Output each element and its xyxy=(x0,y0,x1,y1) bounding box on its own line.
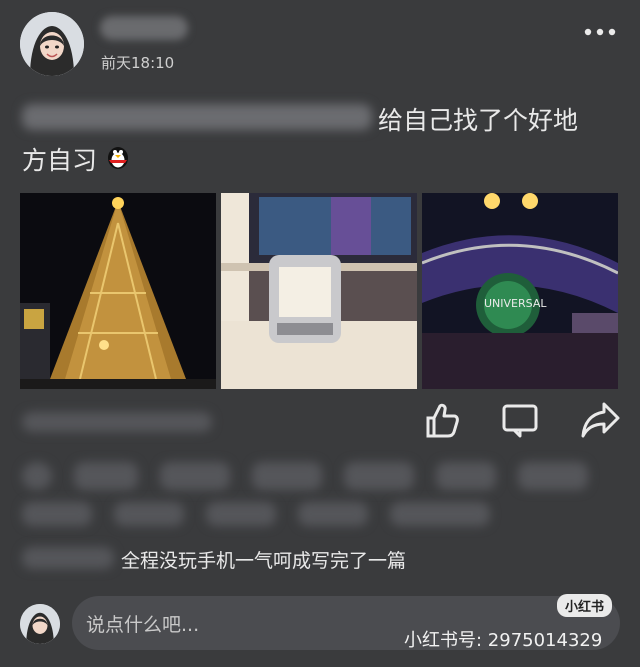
comment-icon xyxy=(502,404,538,438)
share-button[interactable] xyxy=(578,398,622,442)
comment-input-placeholder: 说点什么吧... xyxy=(86,614,200,636)
thumbs-up-icon xyxy=(426,403,459,438)
watermark-badge: 小红书 xyxy=(557,594,613,617)
watermark-id: 小红书号: 2975014329 xyxy=(404,630,603,651)
author-avatar[interactable] xyxy=(20,12,84,76)
commenter-name-blurred[interactable] xyxy=(22,547,114,569)
comment-caption: 全程没玩手机一气呵成写完了一篇 xyxy=(121,550,407,572)
blurred-tags-row-2 xyxy=(22,502,542,526)
post-time: 前天18:10 xyxy=(101,54,175,72)
comment-button[interactable] xyxy=(498,398,542,442)
svg-text:UNIVERSAL: UNIVERSAL xyxy=(484,297,547,310)
blurred-tags-row-1 xyxy=(22,462,618,490)
post-text-line2-text: 方自习 xyxy=(22,146,98,175)
post-text-line1: 给自己找了个好地 xyxy=(378,106,579,135)
more-dots-icon xyxy=(584,28,616,36)
post-text-blurred xyxy=(22,104,372,130)
photo-jukebox-table[interactable] xyxy=(221,193,417,389)
like-button[interactable] xyxy=(420,398,464,442)
more-options-button[interactable] xyxy=(578,22,622,42)
penguin-emoji-icon xyxy=(103,141,133,177)
share-icon xyxy=(581,402,620,438)
photo-christmas-tree[interactable] xyxy=(20,193,216,389)
photo-universal-globe[interactable]: UNIVERSAL xyxy=(422,193,618,389)
current-user-avatar[interactable] xyxy=(20,604,60,644)
meta-line-blurred xyxy=(22,412,212,432)
post-text-line2: 方自习 xyxy=(22,141,133,177)
author-name-blurred[interactable] xyxy=(100,16,188,40)
